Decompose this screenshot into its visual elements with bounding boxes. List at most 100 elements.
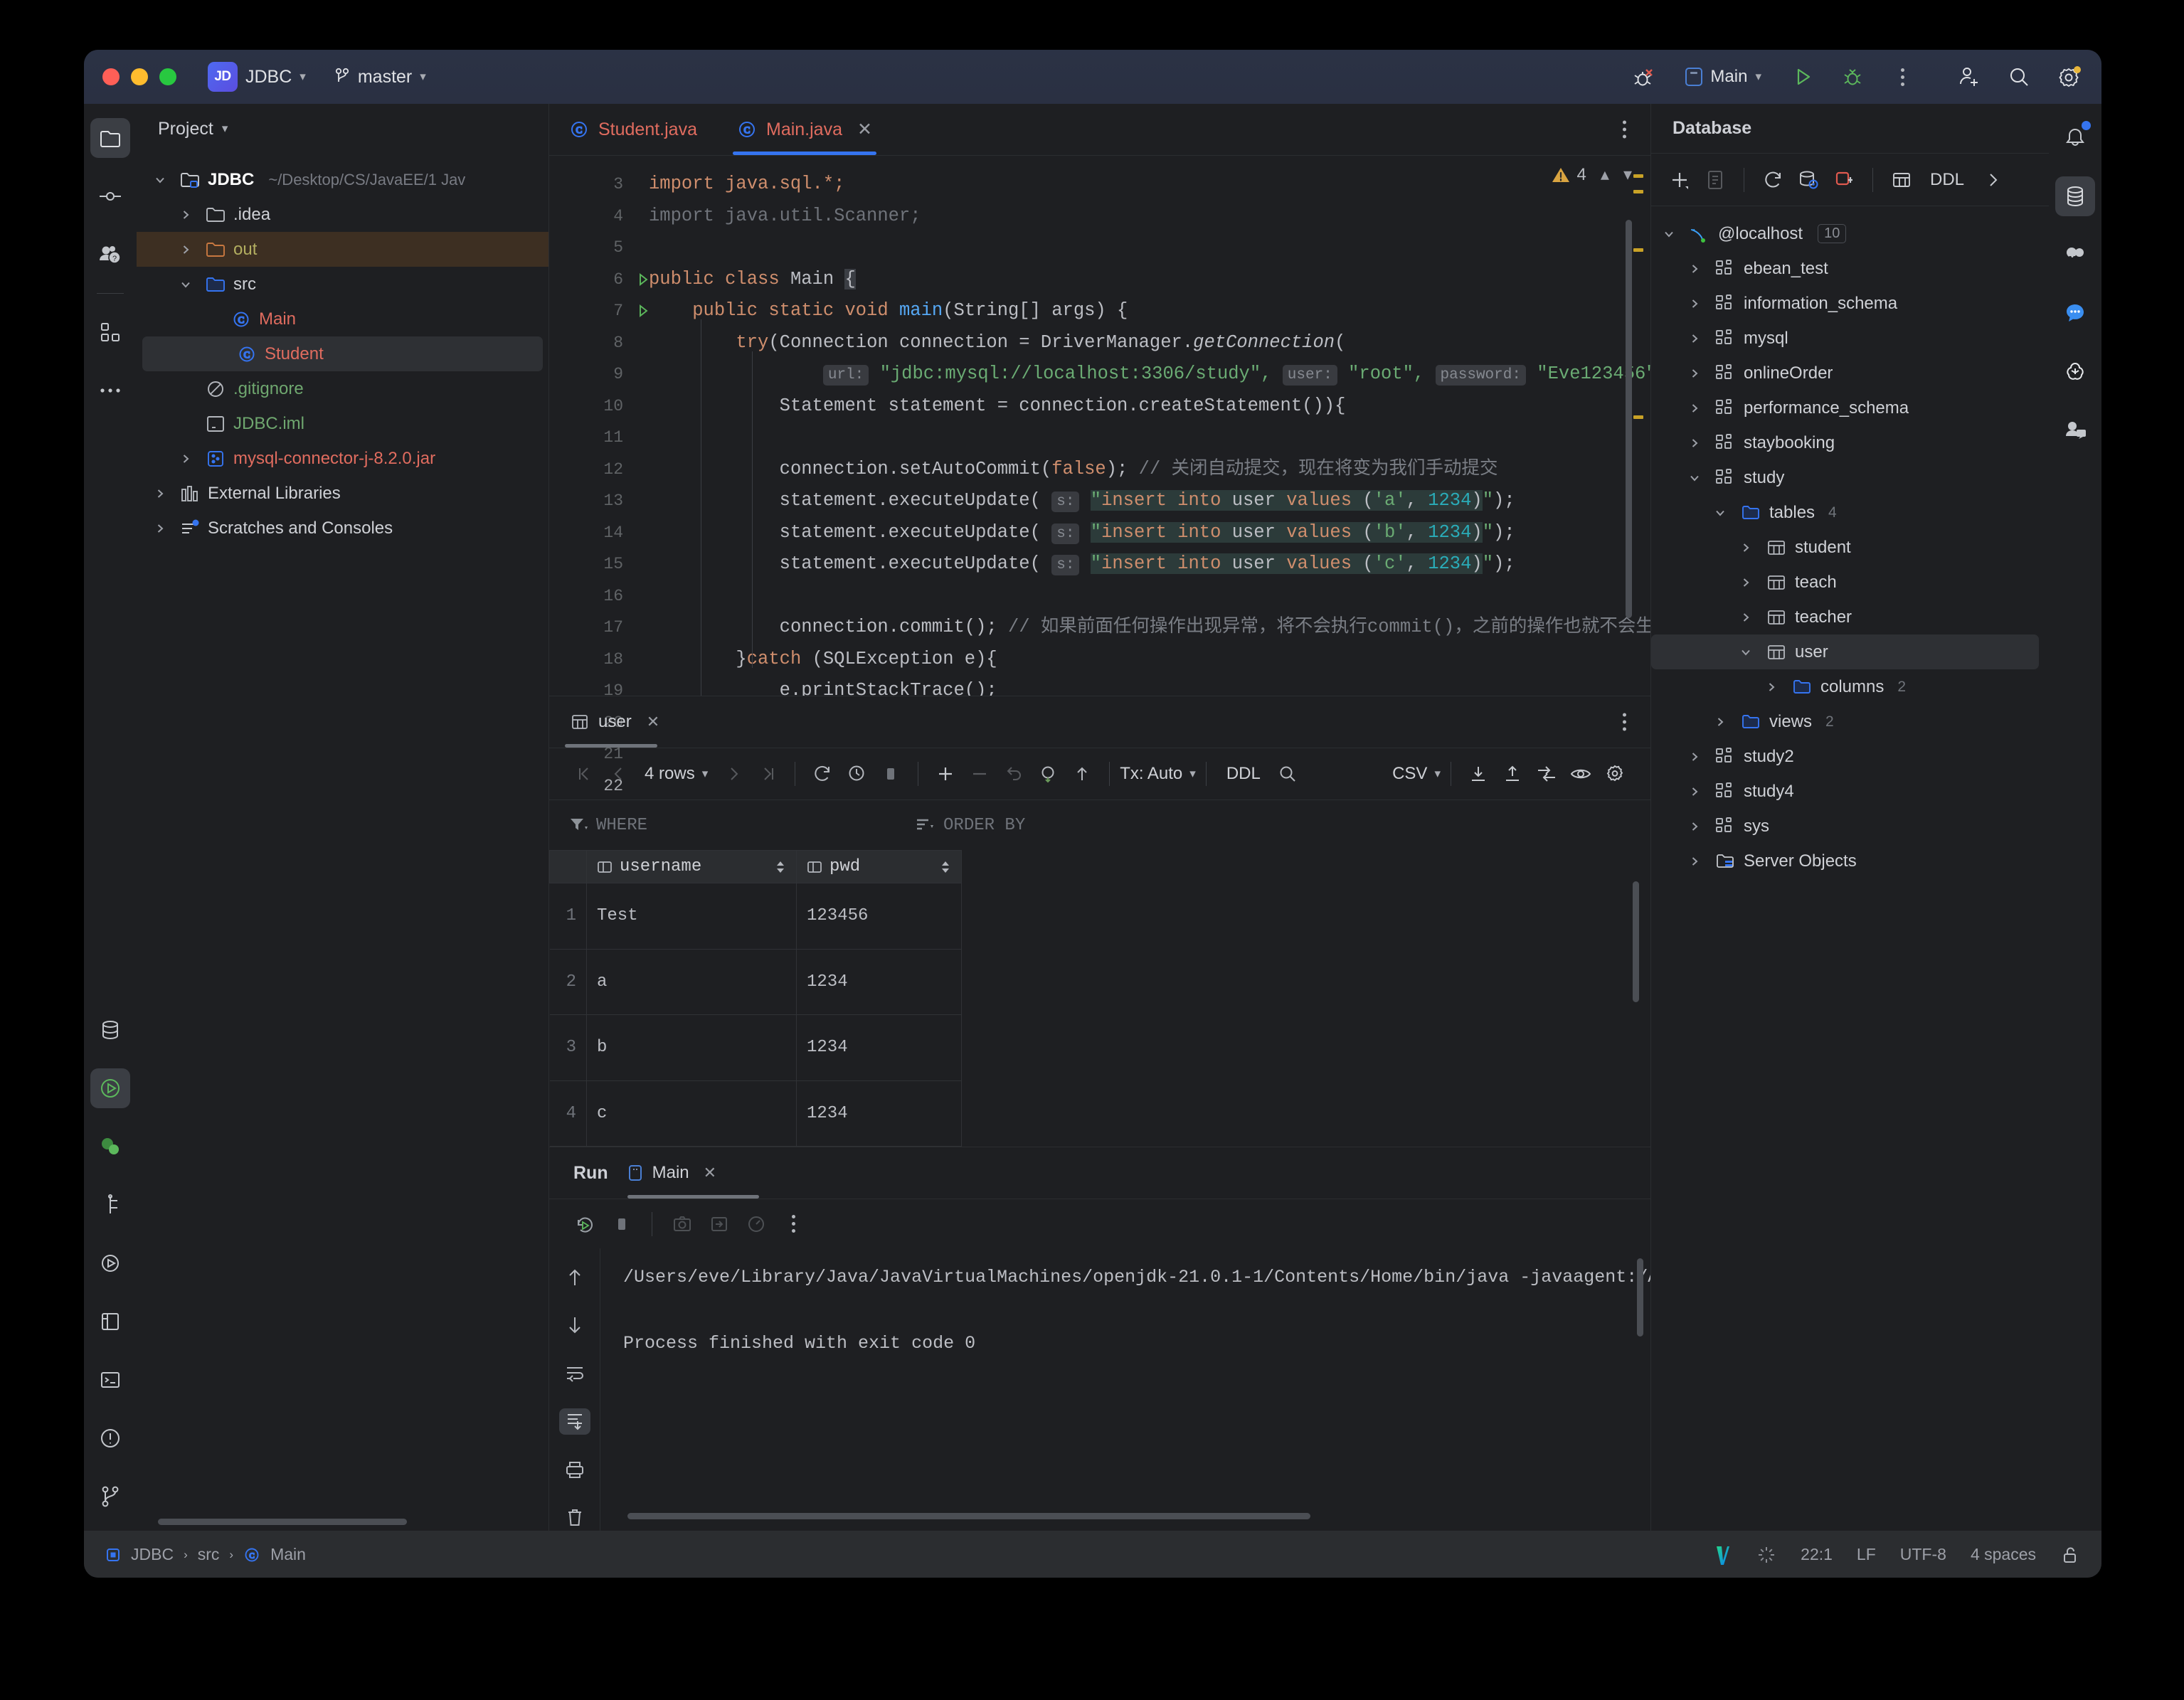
background-task-icon[interactable] xyxy=(1756,1545,1776,1565)
db-tree-item-teach[interactable]: teach xyxy=(1651,565,2049,600)
run-more-options-button[interactable] xyxy=(776,1207,810,1241)
run-button[interactable] xyxy=(1788,63,1817,91)
breadcrumb-item-2[interactable]: Main xyxy=(270,1545,306,1564)
gutter-line-14[interactable]: 14 xyxy=(549,517,633,549)
db-tree-item-user[interactable]: user xyxy=(1651,634,2039,669)
cell-username[interactable]: Test xyxy=(586,883,797,950)
stop-debug-icon[interactable] xyxy=(1630,63,1658,91)
stop-run-button[interactable] xyxy=(605,1207,639,1241)
soft-wrap-button[interactable] xyxy=(559,1360,590,1387)
submit-changes-button[interactable] xyxy=(1065,757,1099,791)
branch-selector[interactable]: master ▾ xyxy=(334,67,426,87)
sidebar-item-project[interactable] xyxy=(90,118,130,158)
properties-button[interactable] xyxy=(1698,163,1732,197)
sidebar-item-structure-bottom[interactable] xyxy=(90,1185,130,1225)
sidebar-item-run-dashboard[interactable] xyxy=(90,1243,130,1283)
chevron-right-icon[interactable] xyxy=(1714,716,1732,728)
open-in-editor-button[interactable] xyxy=(1530,757,1564,791)
project-tree-item-scratches-and-consoles[interactable]: Scratches and Consoles xyxy=(137,511,548,546)
disconnect-button[interactable] xyxy=(1827,163,1861,197)
editor-vertical-scrollbar[interactable] xyxy=(1626,220,1632,618)
project-tree-item-jdbc[interactable]: JDBC ~/Desktop/CS/JavaEE/1 Jav xyxy=(137,162,548,197)
project-tree-item--gitignore[interactable]: .gitignore xyxy=(137,371,548,406)
console-text-area[interactable]: /Users/eve/Library/Java/JavaVirtualMachi… xyxy=(600,1248,1650,1531)
last-page-button[interactable] xyxy=(751,757,785,791)
sidebar-item-more[interactable] xyxy=(90,371,130,410)
table-row[interactable]: 1 Test 123456 xyxy=(549,883,962,950)
breadcrumb-item-1[interactable]: src xyxy=(198,1545,220,1564)
gutter-line-17[interactable]: 17 xyxy=(549,612,633,644)
db-tree-item-teacher[interactable]: teacher xyxy=(1651,600,2049,634)
more-actions-button[interactable] xyxy=(1888,63,1917,91)
previous-page-button[interactable] xyxy=(602,757,636,791)
grid-vertical-scrollbar[interactable] xyxy=(1633,881,1639,1002)
sidebar-item-run[interactable] xyxy=(90,1068,130,1108)
right-item-database[interactable] xyxy=(2055,176,2095,216)
indent-setting[interactable]: 4 spaces xyxy=(1971,1545,2036,1564)
db-tree-item-ebean-test[interactable]: ebean_test xyxy=(1651,251,2049,286)
close-tab-icon[interactable]: ✕ xyxy=(857,119,872,140)
project-horizontal-scrollbar[interactable] xyxy=(158,1519,407,1525)
right-item-ai-assistant[interactable] xyxy=(2055,235,2095,275)
warning-count[interactable]: 4 xyxy=(1551,165,1586,185)
run-tab-main[interactable]: Main ✕ xyxy=(627,1163,716,1183)
project-tree-item-student[interactable]: C Student xyxy=(142,336,543,371)
gutter-line-3[interactable]: 3 xyxy=(549,169,633,201)
db-tree-item-study2[interactable]: study2 xyxy=(1651,739,2049,774)
scroll-up-button[interactable] xyxy=(559,1264,590,1291)
chevron-right-icon[interactable] xyxy=(1688,855,1707,868)
previous-problem-button[interactable]: ▴ xyxy=(1601,164,1609,185)
project-tree-item-main[interactable]: C Main xyxy=(137,302,548,336)
new-datasource-button[interactable] xyxy=(1663,163,1697,197)
editor-tab-student[interactable]: C Student.java xyxy=(549,104,717,155)
gutter-line-18[interactable]: 18 xyxy=(549,644,633,676)
add-row-button[interactable] xyxy=(928,757,963,791)
console-vertical-scrollbar[interactable] xyxy=(1637,1258,1643,1337)
notifications-button[interactable] xyxy=(2055,118,2095,158)
cell-pwd[interactable]: 1234 xyxy=(796,1014,962,1081)
code-content[interactable]: import java.sql.*; import java.util.Scan… xyxy=(633,156,1650,696)
gutter-line-7[interactable]: 7 xyxy=(549,295,648,327)
export-format-selector[interactable]: CSV ▾ xyxy=(1392,764,1441,784)
gutter-line-9[interactable]: 9 xyxy=(549,358,633,391)
project-tree-item-jdbc-iml[interactable]: JDBC.iml xyxy=(137,406,548,441)
refresh-database-button[interactable] xyxy=(1756,163,1790,197)
sidebar-item-services[interactable] xyxy=(90,1127,130,1167)
chevron-down-icon[interactable] xyxy=(1663,228,1681,240)
expand-toolbar-button[interactable] xyxy=(1976,163,2010,197)
revert-changes-button[interactable] xyxy=(997,757,1031,791)
cell-username[interactable]: c xyxy=(586,1080,797,1147)
where-filter[interactable]: WHERE xyxy=(569,816,647,835)
table-row[interactable]: 2 a 1234 xyxy=(549,948,962,1015)
gutter-line-13[interactable]: 13 xyxy=(549,485,633,517)
chevron-right-icon[interactable] xyxy=(1739,576,1758,589)
chevron-down-icon[interactable] xyxy=(154,174,172,186)
lock-icon[interactable] xyxy=(2060,1545,2080,1565)
print-button[interactable] xyxy=(559,1456,590,1483)
minimize-window-button[interactable] xyxy=(131,68,148,85)
gutter-line-10[interactable]: 10 xyxy=(549,391,633,423)
sidebar-item-structure[interactable] xyxy=(90,312,130,352)
screenshot-button[interactable] xyxy=(665,1207,699,1241)
console-horizontal-scrollbar[interactable] xyxy=(627,1513,1310,1519)
export-thread-dump-button[interactable] xyxy=(702,1207,736,1241)
auto-refresh-button[interactable] xyxy=(839,757,874,791)
settings-gear-button[interactable] xyxy=(2055,63,2083,91)
db-tree-item-sys[interactable]: sys xyxy=(1651,809,2049,844)
chevron-right-icon[interactable] xyxy=(1688,750,1707,763)
transaction-mode-selector[interactable]: Tx: Auto ▾ xyxy=(1120,764,1196,784)
project-tree-item-out[interactable]: out xyxy=(137,232,548,267)
gutter-line-16[interactable]: 16 xyxy=(549,580,633,612)
chevron-right-icon[interactable] xyxy=(1688,402,1707,415)
close-tab-icon[interactable]: ✕ xyxy=(704,1164,716,1182)
gutter-line-5[interactable]: 5 xyxy=(549,232,633,264)
caret-position[interactable]: 22:1 xyxy=(1801,1545,1833,1564)
data-panel-options-icon[interactable] xyxy=(1623,713,1626,731)
chevron-right-icon[interactable] xyxy=(154,522,172,535)
clear-console-button[interactable] xyxy=(559,1504,590,1531)
line-separator[interactable]: LF xyxy=(1857,1545,1876,1564)
jump-to-table-button[interactable] xyxy=(1885,163,1919,197)
project-tree-item-mysql-connector-j-8-2-0-jar[interactable]: mysql-connector-j-8.2.0.jar xyxy=(137,441,548,476)
column-header-username[interactable]: username xyxy=(586,850,797,883)
right-item-chat[interactable] xyxy=(2055,293,2095,333)
